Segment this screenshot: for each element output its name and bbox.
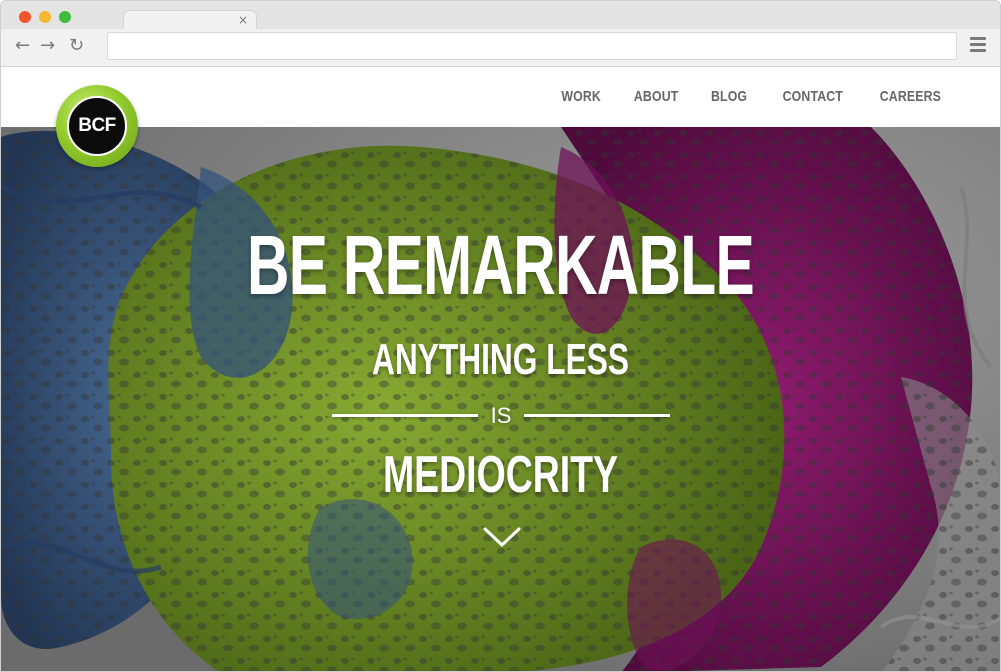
nav-link-careers[interactable]: CAREERS bbox=[880, 88, 941, 105]
minimize-window-button[interactable] bbox=[39, 11, 51, 23]
nav-link-blog[interactable]: BLOG bbox=[711, 88, 747, 105]
back-arrow-icon[interactable]: ← bbox=[15, 35, 30, 56]
chevron-down-icon[interactable] bbox=[483, 525, 521, 549]
tab-close-icon[interactable]: × bbox=[238, 13, 248, 27]
nav-link-contact[interactable]: CONTACT bbox=[782, 88, 842, 105]
address-bar[interactable] bbox=[107, 32, 957, 60]
hero-headline: BE REMARKABLE bbox=[246, 218, 755, 312]
hamburger-menu-icon[interactable] bbox=[970, 37, 986, 53]
divider-rule-left bbox=[332, 414, 478, 417]
nav-link-about[interactable]: ABOUT bbox=[634, 88, 679, 105]
site-header: WORK ABOUT BLOG CONTACT CAREERS bbox=[1, 68, 1000, 127]
divider-rule-right bbox=[524, 414, 670, 417]
browser-window: × ← → ↻ WORK ABOUT BLOG CONTACT CAREERS … bbox=[0, 0, 1001, 672]
browser-toolbar: ← → ↻ bbox=[1, 29, 1000, 67]
hero-tagline-line2: MEDIOCRITY bbox=[382, 446, 619, 504]
forward-arrow-icon[interactable]: → bbox=[40, 35, 55, 56]
hero-divider: IS bbox=[332, 403, 670, 429]
maximize-window-button[interactable] bbox=[59, 11, 71, 23]
logo-badge: BCF bbox=[67, 96, 127, 156]
reload-icon[interactable]: ↻ bbox=[69, 35, 84, 56]
hero-connector-word: IS bbox=[490, 403, 512, 428]
browser-titlebar: × bbox=[1, 1, 1000, 32]
site-logo[interactable]: BCF bbox=[56, 85, 138, 167]
main-navigation: WORK ABOUT BLOG CONTACT CAREERS bbox=[557, 88, 948, 105]
hero-tagline-line1: ANYTHING LESS bbox=[372, 335, 629, 384]
nav-link-work[interactable]: WORK bbox=[561, 88, 601, 105]
hero-text-block: BE REMARKABLE ANYTHING LESS IS MEDIOCRIT… bbox=[1, 127, 1000, 671]
logo-text: BCF bbox=[78, 115, 116, 136]
close-window-button[interactable] bbox=[19, 11, 31, 23]
hero-section: BE REMARKABLE ANYTHING LESS IS MEDIOCRIT… bbox=[1, 127, 1000, 671]
